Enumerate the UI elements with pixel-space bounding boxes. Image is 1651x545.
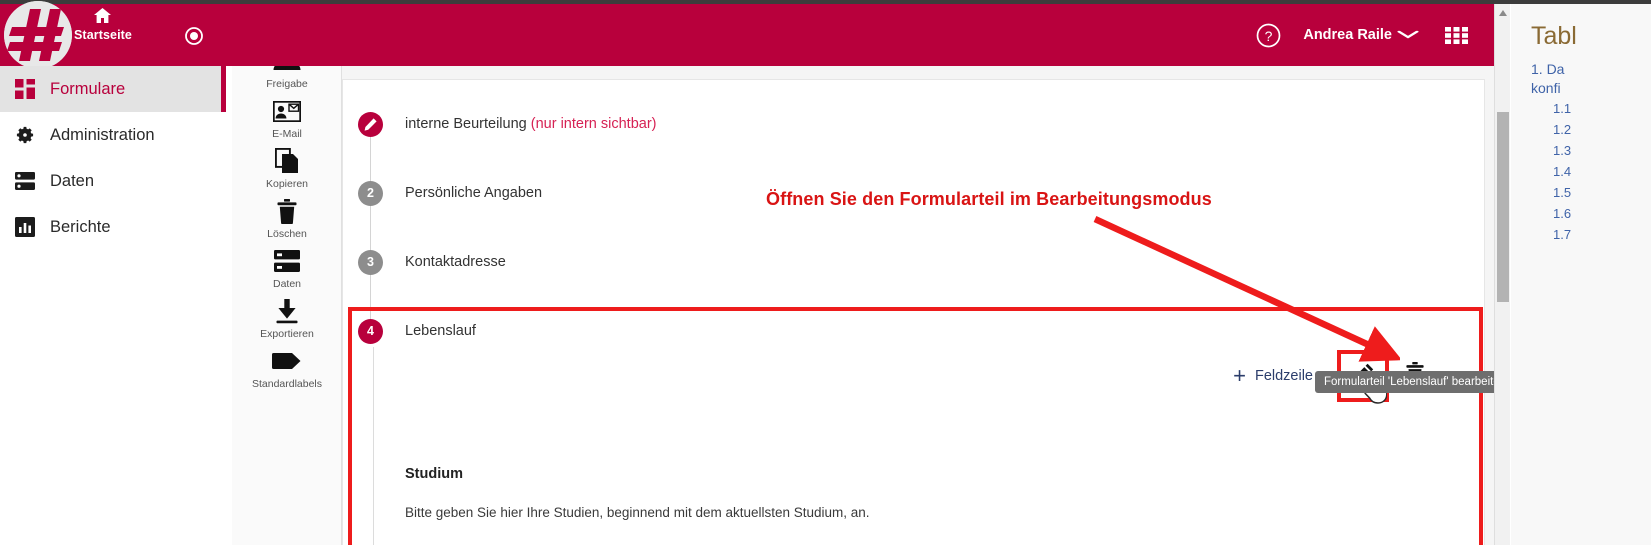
record-target-icon[interactable] xyxy=(185,27,203,45)
toc-entry[interactable]: 1.1 xyxy=(1553,98,1651,119)
section-title-studium: Studium xyxy=(405,466,463,482)
app-logo xyxy=(4,1,72,69)
toc-entry[interactable]: 1.5 xyxy=(1553,182,1651,203)
step-bullet-number: 2 xyxy=(358,180,383,206)
toc-entry[interactable]: 1.4 xyxy=(1553,161,1651,182)
toolbar-item-freigabe[interactable]: Freigabe xyxy=(232,66,341,90)
header-right-group: ? Andrea Raile xyxy=(1256,4,1494,66)
document-panel: Tabl 1. Da konfi 1.1 1.2 1.3 1.4 1.5 1.6… xyxy=(1511,4,1651,545)
sidebar-item-berichte[interactable]: Berichte xyxy=(0,204,226,250)
step-bullet-number: 4 xyxy=(358,318,383,344)
database-icon xyxy=(274,248,300,274)
toolbar-item-label: Daten xyxy=(272,278,302,290)
action-toolbar: Freigabe E-Mail Kopieren Löschen Daten E… xyxy=(232,66,342,545)
step-bullet-number: 3 xyxy=(358,249,383,275)
step-label: Persönliche Angaben xyxy=(405,185,543,201)
toolbar-item-label: Löschen xyxy=(267,228,307,240)
step-label: interne Beurteilung (nur intern sichtbar… xyxy=(405,116,657,132)
toc-entry[interactable]: 1.7 xyxy=(1553,224,1651,245)
chevron-down-icon xyxy=(1397,29,1419,41)
scroll-up-arrow-icon[interactable] xyxy=(1499,10,1507,16)
help-circle-icon[interactable]: ? xyxy=(1256,23,1281,48)
home-icon xyxy=(94,8,112,27)
annotation-text: Öffnen Sie den Formularteil im Bearbeitu… xyxy=(766,189,1212,209)
toolbar-item-label: Freigabe xyxy=(266,78,308,90)
sidebar-item-formulare[interactable]: Formulare xyxy=(0,66,226,112)
step-note: (nur intern sichtbar) xyxy=(530,116,657,132)
document-title: Tabl xyxy=(1531,22,1577,50)
sidebar-item-administration[interactable]: Administration xyxy=(0,112,226,158)
form-card: interne Beurteilung (nur intern sichtbar… xyxy=(342,79,1494,545)
trash-icon xyxy=(277,198,297,224)
vertical-scroll-thumb[interactable] xyxy=(1497,112,1509,302)
toolbar-item-daten[interactable]: Daten xyxy=(232,248,341,290)
sidebar-nav: Formulare Administration Daten Berichte xyxy=(0,66,226,545)
toc-entry[interactable]: 1.6 xyxy=(1553,203,1651,224)
users-share-icon xyxy=(273,66,301,74)
forms-grid-icon xyxy=(14,78,36,100)
contact-mail-icon xyxy=(273,98,301,124)
document-toc: 1. Da konfi 1.1 1.2 1.3 1.4 1.5 1.6 1.7 xyxy=(1531,60,1651,245)
toc-entry[interactable]: konfi xyxy=(1531,79,1651,98)
sidebar-item-label: Daten xyxy=(50,171,95,190)
svg-text:?: ? xyxy=(1265,28,1273,44)
sidebar-item-label: Administration xyxy=(50,125,155,144)
app-vertical-scrollbar[interactable] xyxy=(1494,4,1510,545)
toc-entry[interactable]: 1.2 xyxy=(1553,119,1651,140)
user-menu[interactable]: Andrea Raile xyxy=(1303,27,1419,43)
part-vertical-rule xyxy=(373,347,374,545)
toolbar-item-label: Standardlabels xyxy=(251,378,323,390)
section-description: Bitte geben Sie hier Ihre Studien, begin… xyxy=(405,505,870,520)
step-bullet-pencil-icon xyxy=(358,111,383,137)
database-icon xyxy=(14,170,36,192)
toolbar-item-loeschen[interactable]: Löschen xyxy=(232,198,341,240)
app-window: Startseite ? Andrea Raile Formulare Admi… xyxy=(0,0,1651,545)
form-step-interne-beurteilung[interactable]: interne Beurteilung (nur intern sichtbar… xyxy=(358,106,1468,142)
sidebar-item-label: Formulare xyxy=(50,79,126,98)
hashtag-logo-icon xyxy=(4,1,72,69)
gear-icon xyxy=(14,124,36,146)
toolbar-item-label: Kopieren xyxy=(265,178,309,190)
tag-icon xyxy=(272,348,302,374)
toc-entry[interactable]: 1. Da xyxy=(1531,60,1651,79)
toolbar-item-label: Exportieren xyxy=(260,328,314,340)
form-step-kontaktadresse[interactable]: 3 Kontaktadresse xyxy=(358,244,1468,280)
add-feldzeile-button[interactable]: + Feldzeile xyxy=(1233,365,1313,387)
copy-icon xyxy=(275,148,299,174)
form-part-highlight-box: + Feldzeile Formularteil 'Lebenslauf' be… xyxy=(348,307,1494,545)
toolbar-item-email[interactable]: E-Mail xyxy=(232,98,341,140)
toolbar-item-kopieren[interactable]: Kopieren xyxy=(232,148,341,190)
toolbar-item-standardlabels[interactable]: Standardlabels xyxy=(232,348,341,390)
bar-chart-icon xyxy=(14,216,36,238)
user-name-label: Andrea Raile xyxy=(1303,27,1392,43)
sidebar-item-daten[interactable]: Daten xyxy=(0,158,226,204)
home-button[interactable]: Startseite xyxy=(74,8,132,42)
plus-icon: + xyxy=(1233,363,1246,388)
toolbar-item-exportieren[interactable]: Exportieren xyxy=(232,298,341,340)
edit-button-tooltip: Formularteil 'Lebenslauf' bearbeiten xyxy=(1315,371,1494,393)
toolbar-item-label: E-Mail xyxy=(272,128,302,140)
add-feldzeile-label: Feldzeile xyxy=(1254,368,1313,384)
content-area: interne Beurteilung (nur intern sichtbar… xyxy=(342,66,1494,545)
step-label: Kontaktadresse xyxy=(405,254,506,270)
download-icon xyxy=(275,298,299,324)
toc-entry[interactable]: 1.3 xyxy=(1553,140,1651,161)
home-label: Startseite xyxy=(74,28,132,42)
apps-grid-icon[interactable] xyxy=(1445,26,1468,44)
app-header: Startseite ? Andrea Raile xyxy=(0,1,1494,69)
sidebar-item-label: Berichte xyxy=(50,217,111,236)
